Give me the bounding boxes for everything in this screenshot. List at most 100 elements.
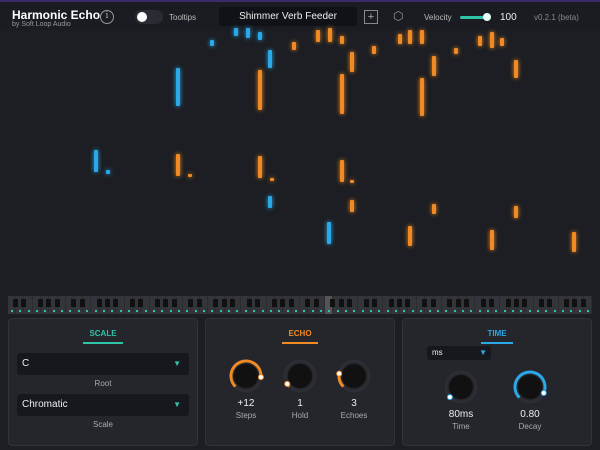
note-bar — [246, 28, 250, 38]
header-bar: Harmonic Echo by Soft Loop Audio i Toolt… — [0, 0, 600, 30]
tooltips-toggle[interactable] — [135, 10, 163, 24]
info-icon[interactable]: i — [100, 10, 114, 24]
note-bar — [420, 30, 424, 44]
knob-label: Hold — [291, 411, 309, 420]
piano-key[interactable] — [58, 296, 67, 314]
knob-label: Echoes — [340, 411, 368, 420]
time-unit-value: ms — [432, 348, 443, 357]
piano-key[interactable] — [467, 296, 476, 314]
note-bar — [490, 230, 494, 250]
time-title: TIME — [481, 329, 513, 344]
knob-label: Time — [452, 422, 470, 431]
note-bar — [258, 70, 262, 110]
piano-key[interactable] — [200, 296, 209, 314]
piano-key[interactable] — [584, 296, 593, 314]
scale-label: Scale — [92, 420, 113, 429]
echo-title: ECHO — [282, 329, 318, 344]
echo-panel: ECHO +12 Steps 1 Hold 3 Echoes — [205, 318, 395, 446]
scale-dropdown[interactable]: Chromatic ▼ — [17, 394, 189, 416]
note-bar — [420, 78, 424, 116]
note-bar — [432, 204, 436, 214]
piano-key[interactable] — [375, 296, 384, 314]
knob-time[interactable] — [443, 369, 479, 405]
note-bar — [514, 60, 518, 78]
scale-panel: SCALE C ▼ Root Chromatic ▼ Scale — [8, 318, 198, 446]
note-bar — [268, 196, 272, 208]
piano-key[interactable] — [492, 296, 501, 314]
piano-key[interactable] — [317, 296, 325, 314]
velocity-label: Velocity — [424, 13, 452, 22]
knob-value: 80ms — [448, 409, 474, 420]
chevron-down-icon: ▼ — [173, 359, 181, 368]
note-bar — [350, 52, 354, 72]
piano-key[interactable] — [434, 296, 442, 314]
note-bar — [176, 154, 180, 176]
piano-key[interactable] — [83, 296, 92, 314]
note-bar — [408, 226, 412, 246]
chevron-down-icon: ▼ — [479, 348, 487, 357]
piano-key[interactable] — [117, 296, 125, 314]
note-bar — [350, 200, 354, 212]
root-value: C — [22, 358, 30, 369]
note-bar — [454, 48, 458, 54]
note-bar — [514, 206, 518, 218]
piano-key[interactable] — [233, 296, 242, 314]
version-label: v0.2.1 (beta) — [534, 13, 579, 22]
time-unit-dropdown[interactable]: ms ▼ — [427, 346, 491, 360]
note-bar — [234, 28, 238, 36]
piano-key[interactable] — [409, 296, 417, 314]
note-bar — [490, 32, 494, 48]
note-bar — [270, 178, 274, 181]
add-preset-icon[interactable]: + — [364, 10, 378, 24]
note-bar — [572, 232, 576, 252]
piano-key[interactable] — [526, 296, 534, 314]
note-bar — [210, 40, 214, 46]
piano-key[interactable] — [292, 296, 300, 314]
app-subtitle: by Soft Loop Audio — [12, 21, 71, 28]
knob-decay[interactable] — [512, 369, 548, 405]
note-bar — [408, 30, 412, 44]
knob-value: 0.80 — [520, 409, 540, 420]
knob-label: Decay — [518, 422, 542, 431]
note-bar — [500, 38, 504, 46]
note-bar — [340, 36, 344, 44]
note-bar — [340, 160, 344, 182]
piano-key[interactable] — [259, 296, 267, 314]
knob-value: +12 — [237, 398, 255, 409]
note-bar — [106, 170, 110, 174]
note-bar — [258, 156, 262, 178]
knob-steps[interactable] — [228, 358, 264, 394]
note-bar — [327, 222, 331, 244]
piano-key[interactable] — [142, 296, 150, 314]
piano-key[interactable] — [350, 296, 359, 314]
note-bar — [292, 42, 296, 50]
scale-value: Chromatic — [22, 399, 68, 410]
piano-keyboard[interactable] — [8, 296, 593, 314]
preset-name[interactable]: Shimmer Verb Feeder — [219, 7, 357, 26]
note-bar — [478, 36, 482, 46]
piano-key[interactable] — [551, 296, 559, 314]
piano-key[interactable] — [175, 296, 183, 314]
note-bar — [188, 174, 192, 177]
scale-title: SCALE — [83, 329, 123, 344]
chevron-down-icon: ▼ — [173, 400, 181, 409]
note-bar — [94, 150, 98, 172]
root-label: Root — [94, 379, 112, 388]
note-display — [0, 28, 600, 294]
randomize-dice-icon[interactable]: ⬡ — [393, 9, 407, 23]
tooltips-label: Tooltips — [169, 13, 197, 22]
note-bar — [316, 30, 320, 42]
root-dropdown[interactable]: C ▼ — [17, 353, 189, 375]
note-bar — [398, 34, 402, 44]
knob-echoes[interactable] — [336, 358, 372, 394]
note-bar — [328, 28, 332, 42]
note-bar — [432, 56, 436, 76]
note-bar — [258, 32, 262, 40]
knob-value: 1 — [297, 398, 303, 409]
velocity-slider[interactable] — [460, 13, 491, 21]
velocity-value: 100 — [500, 12, 517, 23]
note-bar — [372, 46, 376, 54]
knob-hold[interactable] — [282, 358, 318, 394]
time-panel: TIME ms ▼ 80ms Time 0.80 Decay — [402, 318, 592, 446]
piano-key[interactable] — [25, 296, 33, 314]
